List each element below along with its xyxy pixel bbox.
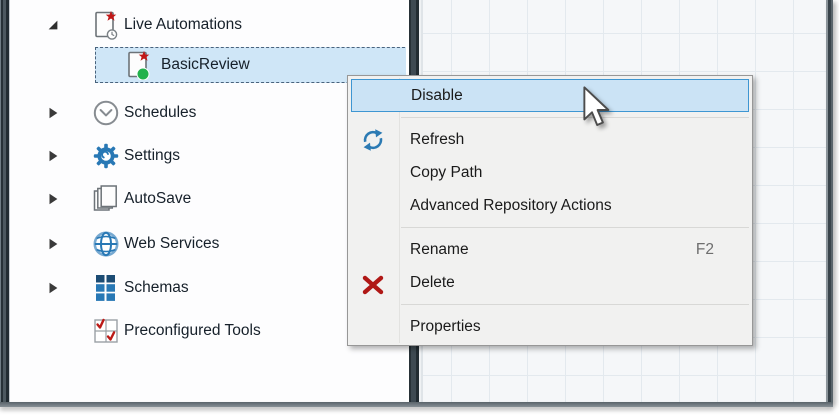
menu-item-shortcut: F2 [696,241,752,259]
expander-collapsed-icon[interactable] [46,149,60,164]
globe-icon [92,229,120,259]
menu-item-label: Delete [410,274,455,292]
tree-item-label: Schedules [124,96,196,130]
tree-item-label: Web Services [124,227,219,261]
window-left-border [0,0,10,404]
menu-item-rename[interactable]: Rename F2 [348,233,752,266]
delete-x-icon [361,273,385,297]
menu-item-properties[interactable]: Properties [348,310,752,343]
window-bottom-border [0,402,833,407]
robot-file-running-icon [125,50,153,80]
menu-separator [401,227,749,228]
tree-item-label: BasicReview [161,48,250,82]
menu-separator [401,117,749,118]
tree-item-label: Settings [124,139,180,173]
stacked-pages-icon [92,184,120,214]
menu-item-label: Disable [411,87,463,105]
clock-icon [92,98,120,128]
tree-item-live-automations[interactable]: Live Automations [10,8,406,42]
checked-table-icon [92,316,120,346]
expander-collapsed-icon[interactable] [46,106,60,121]
menu-item-label: Refresh [410,131,464,149]
tree-item-label: Preconfigured Tools [124,314,261,348]
expander-collapsed-icon[interactable] [46,281,60,296]
tree-item-label: Live Automations [124,8,242,42]
tree-item-label: AutoSave [124,182,191,216]
menu-item-copy-path[interactable]: Copy Path [348,156,752,189]
menu-separator [401,304,749,305]
menu-item-refresh[interactable]: Refresh [348,123,752,156]
tree-item-label: Schemas [124,271,189,305]
window-right-border [826,0,833,404]
schema-grid-icon [92,273,120,303]
menu-item-label: Advanced Repository Actions [410,197,612,215]
refresh-icon [361,128,385,152]
menu-item-label: Rename [410,241,469,259]
gear-icon [92,141,120,171]
robot-file-clock-icon [92,10,120,40]
menu-item-label: Copy Path [410,164,482,182]
context-menu: Disable Refresh Copy Path Advanced Repos… [347,75,753,346]
menu-item-disable[interactable]: Disable [351,79,749,112]
arrow-cursor [583,86,613,131]
menu-item-label: Properties [410,318,481,336]
expander-expanded-icon[interactable] [46,18,60,33]
expander-collapsed-icon[interactable] [46,237,60,252]
expander-collapsed-icon[interactable] [46,192,60,207]
menu-item-delete[interactable]: Delete [348,266,752,299]
app-window: Live Automations BasicReview Schedules [0,0,839,419]
menu-item-advanced-repository-actions[interactable]: Advanced Repository Actions [348,189,752,222]
